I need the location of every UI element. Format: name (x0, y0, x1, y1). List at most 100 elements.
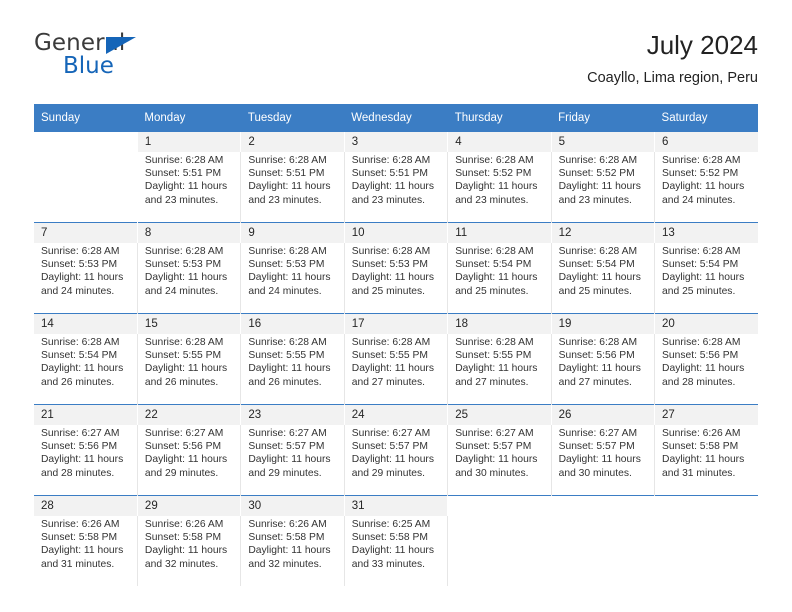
day-info-line: Daylight: 11 hours (662, 181, 745, 193)
day-number[interactable]: 29 (137, 495, 242, 516)
day-info-line: Daylight: 11 hours (41, 363, 124, 375)
day-sun-info: Sunrise: 6:28 AM Sunset: 5:53 PM Daylight:… (34, 243, 138, 314)
day-sun-info: Sunrise: 6:27 AM Sunset: 5:57 PM Daylight:… (551, 425, 656, 496)
day-info-line: Daylight: 11 hours (248, 181, 331, 193)
day-info-line: Sunrise: 6:27 AM (144, 428, 224, 439)
day-number[interactable]: 8 (137, 222, 242, 243)
day-number[interactable]: 28 (34, 495, 138, 516)
day-info-line: and 25 minutes. (558, 285, 632, 297)
day-info-line: Daylight: 11 hours (248, 363, 331, 375)
day-info-line: and 25 minutes. (455, 285, 529, 297)
day-info-line: Sunset: 5:52 PM (662, 168, 739, 180)
day-info-line: Daylight: 11 hours (351, 545, 434, 557)
day-sun-info: Sunrise: 6:26 AM Sunset: 5:58 PM Daylight:… (137, 516, 242, 586)
title-block: July 2024 Coayllo, Lima region, Peru (146, 30, 758, 88)
day-number[interactable]: 27 (654, 404, 758, 425)
day-info-line: Sunrise: 6:27 AM (248, 428, 327, 439)
day-number[interactable]: 24 (344, 404, 449, 425)
day-number-row: 7 8 9 10 11 12 13 (34, 222, 758, 243)
day-number[interactable]: 22 (137, 404, 242, 425)
day-number[interactable]: 9 (240, 222, 345, 243)
day-info-line: and 32 minutes. (144, 558, 219, 570)
day-sun-info: Sunrise: 6:28 AM Sunset: 5:53 PM Daylight:… (137, 243, 242, 314)
day-detail-row: Sunrise: 6:27 AM Sunset: 5:56 PM Daylight:… (34, 425, 758, 496)
day-info-line: Sunset: 5:55 PM (144, 350, 222, 362)
day-info-line: Sunset: 5:52 PM (455, 168, 532, 180)
day-number[interactable]: 17 (344, 313, 449, 334)
day-number[interactable]: 25 (447, 404, 552, 425)
day-number[interactable]: 2 (240, 132, 345, 152)
weekday-header-wednesday: Wednesday (344, 104, 448, 132)
day-number[interactable]: 4 (447, 132, 552, 152)
day-info-line: Daylight: 11 hours (144, 272, 228, 284)
day-number[interactable]: 7 (34, 222, 138, 243)
day-sun-info: Sunrise: 6:28 AM Sunset: 5:52 PM Daylight:… (655, 152, 758, 223)
day-number[interactable]: 15 (137, 313, 242, 334)
weekday-header-monday: Monday (137, 104, 241, 132)
logo-text-blue: Blue (63, 53, 114, 79)
day-info-line: Sunrise: 6:28 AM (144, 155, 224, 166)
day-number[interactable]: 6 (654, 132, 758, 152)
day-info-line: Sunset: 5:58 PM (248, 532, 325, 544)
day-number[interactable]: 18 (447, 313, 552, 334)
day-info-line: Daylight: 11 hours (144, 181, 228, 193)
day-number[interactable]: 12 (551, 222, 656, 243)
day-info-line: Sunset: 5:58 PM (662, 441, 739, 453)
day-info-line: and 29 minutes. (144, 467, 219, 479)
day-number[interactable]: 19 (551, 313, 656, 334)
day-info-line: Daylight: 11 hours (558, 363, 641, 375)
day-info-line: Daylight: 11 hours (351, 272, 434, 284)
day-info-line: and 26 minutes. (41, 376, 115, 388)
day-info-line: Sunset: 5:57 PM (351, 441, 428, 453)
day-sun-info: Sunrise: 6:28 AM Sunset: 5:51 PM Daylight:… (344, 152, 449, 223)
page-header: General Blue July 2024 Coayllo, Lima reg… (34, 0, 758, 92)
day-info-line: Daylight: 11 hours (248, 454, 331, 466)
day-info-line: Sunrise: 6:28 AM (455, 155, 534, 166)
day-info-line: Sunset: 5:55 PM (248, 350, 325, 362)
calendar-body: 1 2 3 4 5 6 Sunrise: 6:28 AM Sunset: 5:51 PM Day… (34, 132, 758, 586)
day-number[interactable]: 26 (551, 404, 656, 425)
day-info-line: Sunrise: 6:26 AM (144, 519, 224, 530)
day-info-line: and 32 minutes. (248, 558, 322, 570)
day-number[interactable]: 14 (34, 313, 138, 334)
day-detail-empty (655, 516, 758, 586)
day-sun-info: Sunrise: 6:28 AM Sunset: 5:55 PM Daylight:… (137, 334, 242, 405)
day-info-line: Sunset: 5:58 PM (41, 532, 118, 544)
day-number[interactable]: 11 (447, 222, 552, 243)
day-info-line: Sunrise: 6:28 AM (248, 337, 327, 348)
day-info-line: Sunrise: 6:28 AM (351, 337, 431, 348)
day-info-line: Sunrise: 6:25 AM (351, 519, 431, 530)
day-number[interactable]: 1 (137, 132, 242, 152)
day-info-line: Sunset: 5:54 PM (41, 350, 118, 362)
day-info-line: Sunrise: 6:27 AM (41, 428, 120, 439)
day-number[interactable]: 5 (551, 132, 656, 152)
day-info-line: and 29 minutes. (248, 467, 322, 479)
day-sun-info: Sunrise: 6:28 AM Sunset: 5:52 PM Daylight:… (551, 152, 656, 223)
day-number[interactable]: 13 (654, 222, 758, 243)
day-number[interactable]: 20 (654, 313, 758, 334)
day-info-line: Sunset: 5:57 PM (248, 441, 325, 453)
day-sun-info: Sunrise: 6:28 AM Sunset: 5:54 PM Daylight:… (551, 243, 656, 314)
day-number[interactable]: 10 (344, 222, 449, 243)
day-number[interactable]: 23 (240, 404, 345, 425)
day-cell-empty (654, 495, 758, 516)
day-info-line: and 23 minutes. (558, 194, 632, 206)
day-number[interactable]: 21 (34, 404, 138, 425)
day-sun-info: Sunrise: 6:28 AM Sunset: 5:55 PM Daylight:… (447, 334, 552, 405)
day-cell-empty (551, 495, 656, 516)
day-number-row: 123456 (34, 132, 758, 152)
day-info-line: Daylight: 11 hours (558, 272, 641, 284)
day-number[interactable]: 16 (240, 313, 345, 334)
day-number[interactable]: 30 (240, 495, 345, 516)
day-detail-row: Sunrise: 6:26 AM Sunset: 5:58 PM Daylight:… (34, 516, 758, 586)
day-number[interactable]: 31 (344, 495, 449, 516)
day-info-line: and 27 minutes. (558, 376, 632, 388)
day-info-line: and 28 minutes. (41, 467, 115, 479)
day-info-line: and 24 minutes. (41, 285, 115, 297)
day-sun-info: Sunrise: 6:28 AM Sunset: 5:54 PM Daylight:… (447, 243, 552, 314)
day-info-line: Sunrise: 6:28 AM (455, 246, 534, 257)
day-number[interactable]: 3 (344, 132, 449, 152)
day-info-line: Sunrise: 6:28 AM (144, 337, 224, 348)
day-info-line: Sunrise: 6:27 AM (455, 428, 534, 439)
day-number-row: 21 22 23 24 25 26 27 (34, 404, 758, 425)
